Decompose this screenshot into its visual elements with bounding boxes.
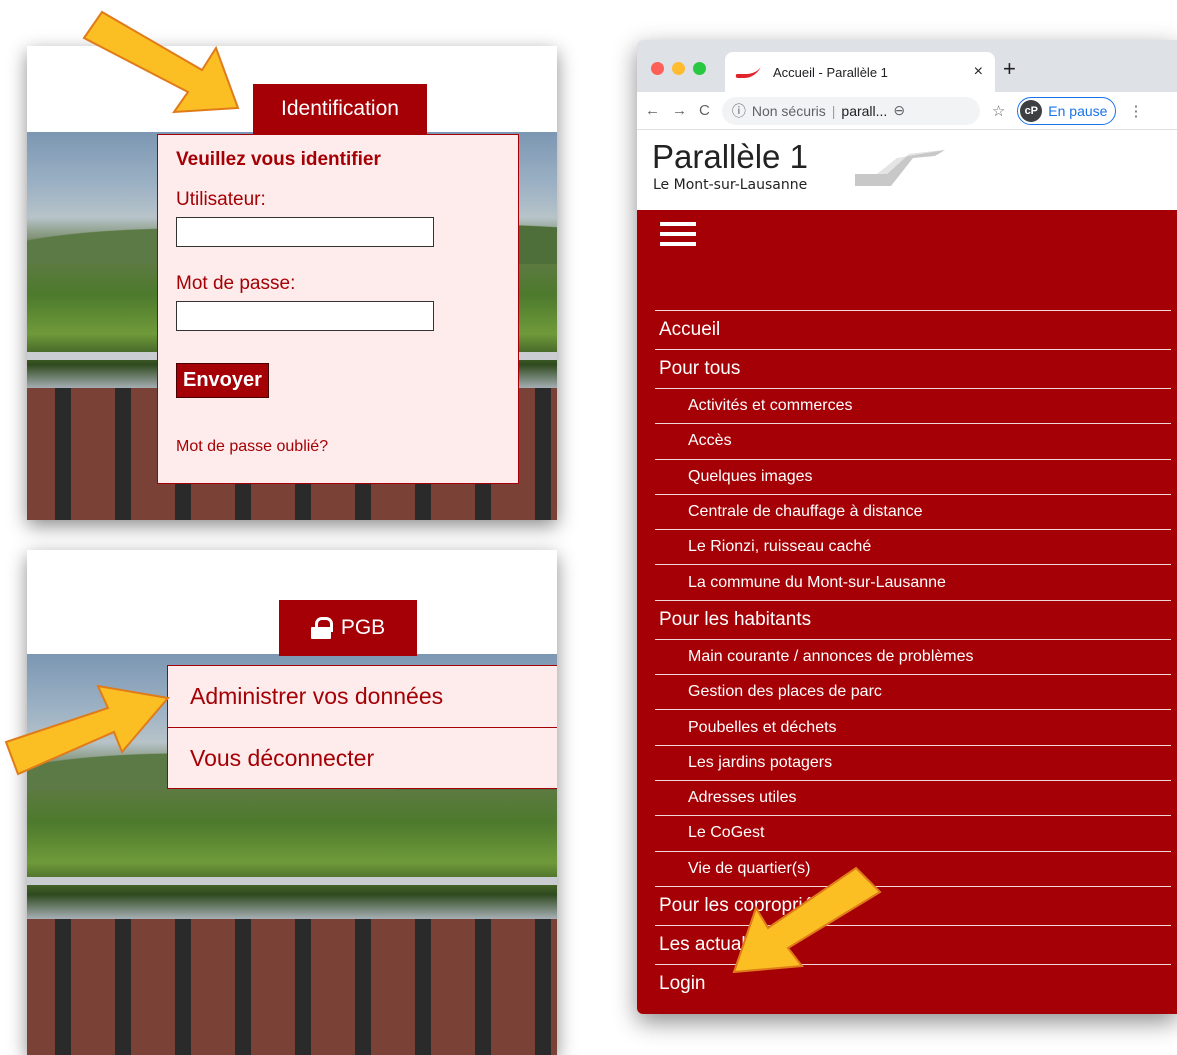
back-icon[interactable]: ← bbox=[645, 102, 660, 119]
browser-tab-title: Accueil - Parallèle 1 bbox=[773, 64, 888, 80]
login-form: Veuillez vous identifier Utilisateur: Mo… bbox=[157, 134, 519, 484]
submenu-item[interactable]: Les jardins potagers bbox=[655, 744, 1171, 780]
forward-icon[interactable]: → bbox=[672, 102, 687, 119]
lock-icon bbox=[310, 617, 333, 639]
forgot-password-link[interactable]: Mot de passe oublié? bbox=[176, 438, 500, 456]
manage-data-link[interactable]: Administrer vos données bbox=[168, 666, 557, 727]
login-heading: Veuillez vous identifier bbox=[176, 149, 381, 170]
submenu-item[interactable]: Activités et commerces bbox=[655, 388, 1171, 423]
more-menu-icon[interactable]: ⋮ bbox=[1128, 102, 1143, 120]
site-logo-icon bbox=[855, 150, 945, 186]
profile-button[interactable]: cP En pause bbox=[1017, 96, 1117, 125]
browser-tab[interactable]: Accueil - Parallèle 1 × bbox=[725, 52, 995, 92]
menu-item[interactable]: Pour les habitants bbox=[655, 599, 1171, 639]
address-bar[interactable]: ⓘ Non sécuris | parall... ⊖ bbox=[721, 96, 980, 125]
arrow-annotation-icon bbox=[82, 10, 240, 114]
menu-item[interactable]: Accueil bbox=[655, 310, 1171, 349]
new-tab-icon[interactable]: + bbox=[1003, 56, 1016, 82]
profile-avatar: cP bbox=[1020, 99, 1043, 122]
close-tab-icon[interactable]: × bbox=[974, 63, 983, 81]
site-header: Parallèle 1 Le Mont-sur-Lausanne bbox=[637, 130, 1177, 210]
site-navigation: Accueil Pour tous Activités et commerces Ac… bbox=[637, 210, 1177, 1014]
submenu-item[interactable]: Accès bbox=[655, 423, 1171, 458]
submenu-item[interactable]: La commune du Mont-sur-Lausanne bbox=[655, 564, 1171, 599]
arrow-annotation-icon bbox=[4, 684, 170, 776]
hamburger-menu-icon[interactable] bbox=[660, 222, 696, 248]
username-label: Utilisateur: bbox=[176, 189, 266, 210]
site-subtitle: Le Mont-sur-Lausanne bbox=[653, 177, 808, 193]
password-input[interactable] bbox=[176, 301, 434, 331]
zoom-window-button[interactable] bbox=[693, 62, 706, 75]
identification-tab-label: Identification bbox=[281, 97, 399, 120]
minimize-window-button[interactable] bbox=[672, 62, 685, 75]
account-panel-screenshot: PGB Administrer vos données Vous déconne… bbox=[27, 550, 557, 1055]
identification-tab[interactable]: Identification bbox=[253, 84, 427, 134]
site-favicon-icon bbox=[734, 66, 762, 78]
tab-strip: Accueil - Parallèle 1 × + bbox=[637, 40, 1177, 92]
submenu-item[interactable]: Le Rionzi, ruisseau caché bbox=[655, 529, 1171, 564]
address-host: parall... bbox=[841, 102, 888, 119]
close-window-button[interactable] bbox=[651, 62, 664, 75]
submenu-item[interactable]: Gestion des places de parc bbox=[655, 674, 1171, 709]
security-label: Non sécuris bbox=[751, 102, 826, 119]
browser-window: Accueil - Parallèle 1 × + ← → C ⓘ Non sé… bbox=[637, 40, 1177, 1014]
submenu-item[interactable]: Le CoGest bbox=[655, 815, 1171, 850]
account-menu: Administrer vos données Vous déconnecter bbox=[167, 665, 557, 789]
submenu-item[interactable]: Poubelles et déchets bbox=[655, 709, 1171, 744]
toolbar: ← → C ⓘ Non sécuris | parall... ⊖ ☆ cP E… bbox=[637, 92, 1177, 130]
bookmark-star-icon[interactable]: ☆ bbox=[992, 102, 1005, 120]
reload-icon[interactable]: C bbox=[699, 102, 710, 119]
account-tab-label: PGB bbox=[340, 616, 386, 639]
username-input[interactable] bbox=[176, 217, 434, 247]
zoom-icon[interactable]: ⊖ bbox=[893, 102, 905, 119]
info-icon: ⓘ bbox=[731, 102, 746, 119]
submenu-item[interactable]: Quelques images bbox=[655, 458, 1171, 494]
arrow-annotation-icon bbox=[732, 866, 882, 974]
profile-status: En pause bbox=[1048, 102, 1108, 119]
menu-item[interactable]: Pour tous bbox=[655, 349, 1171, 388]
submit-button[interactable]: Envoyer bbox=[176, 363, 269, 398]
submenu-item[interactable]: Adresses utiles bbox=[655, 779, 1171, 815]
account-tab[interactable]: PGB bbox=[279, 600, 417, 656]
password-label: Mot de passe: bbox=[176, 273, 296, 294]
address-separator: | bbox=[831, 102, 836, 119]
submenu-item[interactable]: Centrale de chauffage à distance bbox=[655, 493, 1171, 529]
logout-link[interactable]: Vous déconnecter bbox=[168, 727, 557, 788]
login-panel-screenshot: Identification Veuillez vous identifier … bbox=[27, 46, 557, 520]
site-title[interactable]: Parallèle 1 bbox=[652, 138, 808, 176]
submenu-item[interactable]: Main courante / annonces de problèmes bbox=[655, 638, 1171, 674]
